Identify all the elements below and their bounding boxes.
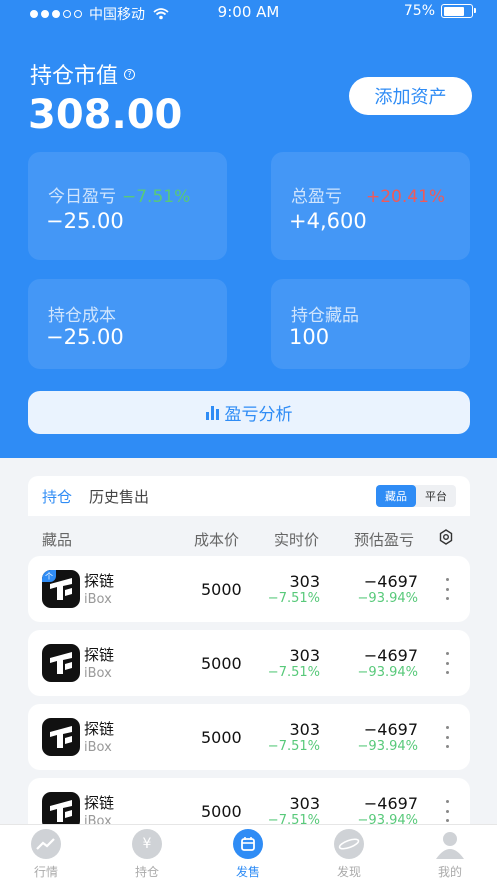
money-bag-icon: ¥	[132, 829, 162, 859]
item-cost: 5000	[201, 580, 242, 599]
segment-collection[interactable]: 藏品	[376, 485, 416, 507]
tabbar-item-mine[interactable]: 我的	[420, 829, 480, 880]
more-icon[interactable]	[442, 726, 452, 748]
table-row[interactable]: 个 探链 iBox 5000 303 −7.51% −4697 −93.94%	[28, 556, 470, 622]
tanlian-logo-icon	[50, 652, 72, 674]
item-price: 303	[289, 720, 320, 739]
col-est: 预估盈亏	[354, 531, 415, 549]
holding-tabs: 持仓 历史售出 藏品 平台	[28, 476, 470, 516]
pl-analysis-label: 盈亏分析	[224, 405, 293, 425]
tabbar-label: 持仓	[134, 865, 159, 879]
col-price: 实时价	[274, 531, 320, 549]
total-pl-pct: +20.41%	[366, 187, 446, 207]
bottom-tabbar: 行情 ¥ 持仓 发售 发现 我的	[0, 824, 497, 883]
battery-fill	[443, 6, 464, 16]
add-asset-button[interactable]: 添加资产	[349, 77, 472, 115]
table-row[interactable]: 探链 iBox 5000 303 −7.51% −4697 −93.94%	[28, 630, 470, 696]
today-pl-value: −25.00	[46, 209, 124, 233]
item-cost: 5000	[201, 654, 242, 673]
item-name: 探链	[84, 572, 115, 590]
view-segment: 藏品 平台	[376, 485, 456, 507]
title-text: 持仓市值	[30, 64, 119, 89]
tabbar-item-holding[interactable]: ¥ 持仓	[117, 829, 177, 880]
tabbar-item-market[interactable]: 行情	[16, 829, 76, 880]
status-bar: 中国移动 9:00 AM 75%	[0, 0, 497, 26]
item-price: 303	[289, 646, 320, 665]
gear-icon[interactable]	[438, 529, 454, 545]
item-price-pct: −7.51%	[267, 665, 320, 680]
tabbar-item-release[interactable]: 发售	[218, 829, 278, 880]
item-platform: iBox	[84, 740, 112, 755]
tabbar-label: 发售	[235, 865, 260, 879]
today-pl-card: 今日盈亏 −7.51% −25.00	[28, 152, 227, 260]
item-name: 探链	[84, 794, 115, 812]
col-item: 藏品	[42, 531, 73, 549]
item-price-pct: −7.51%	[267, 739, 320, 754]
today-pl-label: 今日盈亏 −7.51%	[48, 182, 190, 207]
cost-value: −25.00	[46, 325, 124, 349]
segment-platform[interactable]: 平台	[416, 485, 456, 507]
tabbar-label: 发现	[336, 865, 361, 879]
item-est: −4697	[363, 572, 418, 591]
tabbar-label: 我的	[437, 865, 462, 879]
tanlian-logo-icon	[50, 726, 72, 748]
tabbar-item-discover[interactable]: 发现	[319, 829, 379, 880]
item-cost: 5000	[201, 802, 242, 821]
item-platform: iBox	[84, 666, 112, 681]
count-card: 持仓藏品 100	[271, 279, 470, 369]
battery-percent: 75%	[403, 3, 435, 19]
table-header: 藏品 成本价 实时价 预估盈亏	[28, 516, 470, 556]
pin-badge: 个	[42, 570, 56, 582]
battery-icon	[441, 4, 476, 18]
item-est: −4697	[363, 646, 418, 665]
item-est: −4697	[363, 794, 418, 813]
calendar-icon	[233, 829, 263, 859]
total-pl-label: 总盈亏 +20.41%	[291, 182, 445, 207]
cost-label: 持仓成本	[48, 306, 116, 326]
item-est: −4697	[363, 720, 418, 739]
battery-status: 75%	[403, 3, 476, 19]
count-value: 100	[289, 325, 330, 349]
help-icon[interactable]: ?	[124, 68, 136, 80]
item-price: 303	[289, 794, 320, 813]
cost-card: 持仓成本 −25.00	[28, 279, 227, 369]
tab-history[interactable]: 历史售出	[89, 486, 149, 507]
total-value: 308.00	[28, 92, 183, 138]
trend-icon	[31, 829, 61, 859]
pl-analysis-button[interactable]: 盈亏分析	[28, 391, 470, 434]
item-est-pct: −93.94%	[357, 591, 418, 606]
today-pl-pct: −7.51%	[122, 187, 191, 207]
tabbar-label: 行情	[33, 865, 58, 879]
more-icon[interactable]	[442, 578, 452, 600]
item-logo	[42, 718, 80, 756]
item-name: 探链	[84, 720, 115, 738]
user-icon	[435, 829, 465, 859]
total-pl-value: +4,600	[289, 209, 367, 233]
item-price: 303	[289, 572, 320, 591]
item-platform: iBox	[84, 592, 112, 607]
more-icon[interactable]	[442, 652, 452, 674]
col-cost: 成本价	[194, 531, 240, 549]
tab-holding[interactable]: 持仓	[42, 486, 72, 507]
item-price-pct: −7.51%	[267, 591, 320, 606]
planet-icon	[334, 829, 364, 859]
item-est-pct: −93.94%	[357, 665, 418, 680]
today-pl-label-text: 今日盈亏	[48, 187, 116, 207]
item-logo: 个	[42, 570, 80, 608]
more-icon[interactable]	[442, 800, 452, 822]
page-title: 持仓市值 ?	[30, 58, 136, 90]
item-est-pct: −93.94%	[357, 739, 418, 754]
table-row[interactable]: 探链 iBox 5000 303 −7.51% −4697 −93.94%	[28, 704, 470, 770]
total-pl-card: 总盈亏 +20.41% +4,600	[271, 152, 470, 260]
item-name: 探链	[84, 646, 115, 664]
total-pl-label-text: 总盈亏	[291, 187, 342, 207]
bar-chart-icon	[205, 405, 219, 420]
item-cost: 5000	[201, 728, 242, 747]
item-logo	[42, 644, 80, 682]
count-label: 持仓藏品	[291, 306, 359, 326]
